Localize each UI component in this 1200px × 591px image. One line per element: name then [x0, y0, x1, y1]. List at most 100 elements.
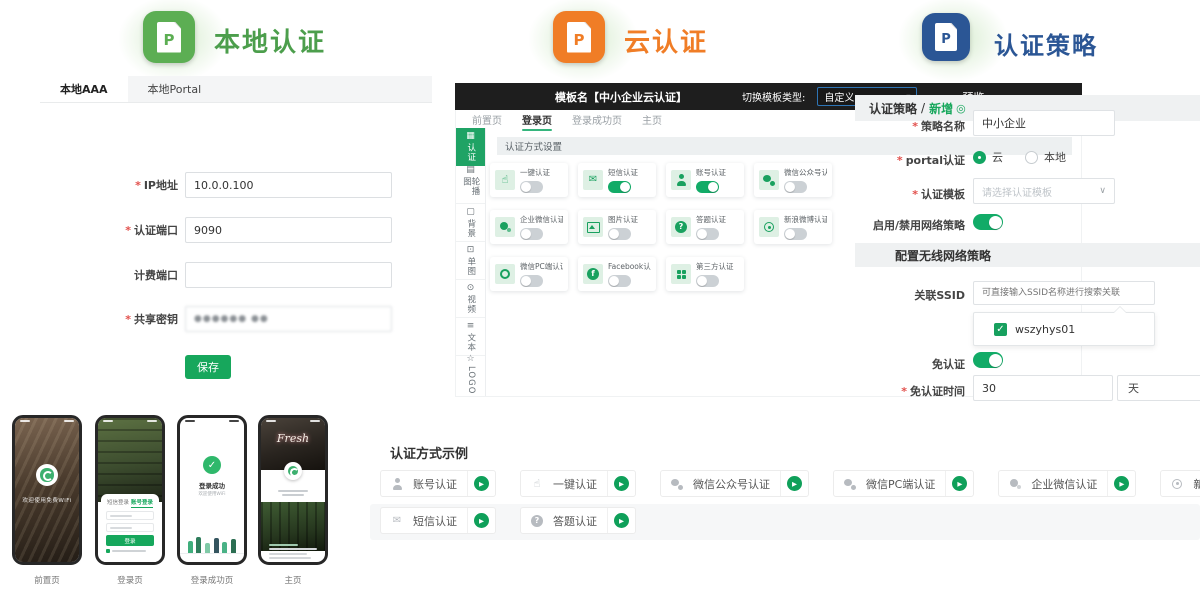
play-button[interactable]: ▶: [608, 471, 635, 496]
phone-statusbar: [98, 418, 162, 424]
policy-name-input[interactable]: [973, 110, 1115, 136]
sms-toggle[interactable]: [608, 181, 631, 193]
wireless-section-header: 配置无线网络策略: [855, 243, 1200, 267]
phone-caption: 登录页: [95, 574, 165, 586]
free-auth-time-unit: 天: [1117, 375, 1200, 401]
breadcrumb-root[interactable]: 认证策略: [869, 100, 917, 117]
one-click-toggle[interactable]: [520, 181, 543, 193]
sidebar-item-single-image[interactable]: ⊡单图: [456, 242, 485, 280]
form-row-auth-port: *认证端口: [0, 217, 432, 243]
enable-network-policy-toggle[interactable]: [973, 214, 1003, 230]
example-wecom-auth[interactable]: 企业微信认证▶: [998, 470, 1136, 497]
sidebar-item-background[interactable]: ▢背景: [456, 204, 485, 242]
play-button[interactable]: ▶: [468, 508, 495, 533]
free-auth-toggle[interactable]: [973, 352, 1003, 368]
editor-sidebar: ▦认证 ▤轮播图 ▢背景 ⊡单图 ⊙视频 ≡文本 ☆LOGO: [456, 128, 486, 396]
play-button[interactable]: ▶: [468, 471, 495, 496]
sidebar-item-auth[interactable]: ▦认证: [456, 128, 485, 166]
example-wechat-pc-auth[interactable]: 微信PC端认证▶: [833, 470, 974, 497]
ssid-option[interactable]: wszyhys01: [1015, 323, 1075, 336]
store-photo: [15, 418, 79, 562]
text-lines: [261, 490, 325, 496]
example-account-auth[interactable]: 账号认证▶: [380, 470, 496, 497]
phone-preview-login-page: 短信登录 账号登录 登录: [95, 415, 165, 565]
play-button[interactable]: ▶: [781, 471, 808, 496]
ssid-dropdown: ✓ wszyhys01: [973, 312, 1155, 346]
policy-name-label: *策略名称: [815, 118, 965, 134]
quiz-icon: [531, 515, 543, 527]
account-toggle[interactable]: [696, 181, 719, 193]
tab-home-page[interactable]: 主页: [642, 112, 662, 131]
success-title: 登录成功: [180, 480, 244, 490]
tab-login-page[interactable]: 登录页: [522, 112, 552, 131]
account-icon: [391, 478, 403, 490]
free-auth-time-input[interactable]: [973, 375, 1113, 401]
ip-address-input[interactable]: [185, 172, 392, 198]
ssid-search-input[interactable]: [973, 281, 1155, 305]
third-party-toggle[interactable]: [696, 275, 719, 287]
accounting-port-label: 计费端口: [18, 267, 178, 283]
wecom-toggle[interactable]: [520, 228, 543, 240]
carousel-icon: ▤: [466, 166, 475, 175]
example-label: 微信公众号认证: [693, 476, 770, 492]
play-button[interactable]: ▶: [608, 508, 635, 533]
wechat-pc-icon: [844, 478, 856, 490]
success-subtitle: 欢迎使用WiFi: [180, 491, 244, 497]
radio-local[interactable]: [1025, 151, 1038, 164]
play-button[interactable]: ▶: [946, 471, 973, 496]
quiz-icon: [675, 221, 687, 233]
accounting-port-input[interactable]: [185, 262, 392, 288]
weibo-toggle[interactable]: [784, 228, 807, 240]
radio-cloud[interactable]: [973, 151, 986, 164]
one-click-icon: [499, 174, 511, 186]
form-row-ip: *IP地址: [0, 172, 432, 198]
login-button: 登录: [106, 535, 154, 546]
sidebar-item-logo[interactable]: ☆LOGO: [456, 356, 485, 394]
auth-port-input[interactable]: [185, 217, 392, 243]
wecom-icon: [499, 221, 511, 233]
free-auth-label: 免认证: [815, 356, 965, 372]
phone-caption: 主页: [258, 574, 328, 586]
auth-card-wechat-pc: 微信PC端认证: [490, 257, 568, 291]
image-toggle[interactable]: [608, 228, 631, 240]
auth-card-image: 图片认证: [578, 210, 656, 244]
sidebar-item-video[interactable]: ⊙视频: [456, 280, 485, 318]
auth-card-facebook: Facebook认证: [578, 257, 656, 291]
sidebar-item-text[interactable]: ≡文本: [456, 318, 485, 356]
shared-key-input[interactable]: [185, 306, 392, 332]
wechat-official-icon: [763, 174, 775, 186]
wechat-official-toggle[interactable]: [784, 181, 807, 193]
auth-port-label: *认证端口: [18, 222, 178, 238]
auth-card-third-party: 第三方认证: [666, 257, 744, 291]
example-weibo-auth[interactable]: 新浪微博认证▶: [1160, 470, 1200, 497]
save-button[interactable]: 保存: [185, 355, 231, 379]
store-shelf-photo: [98, 418, 162, 502]
auth-card-label: 微信公众号认证: [784, 167, 827, 178]
radio-cloud-label: 云: [992, 149, 1003, 165]
auth-card-account: 账号认证: [666, 163, 744, 197]
tab-local-portal[interactable]: 本地Portal: [128, 76, 222, 102]
third-party-icon: [675, 268, 687, 280]
example-quiz-auth[interactable]: 答题认证▶: [520, 507, 636, 534]
tab-local-aaa[interactable]: 本地AAA: [40, 76, 128, 102]
play-button[interactable]: ▶: [1108, 471, 1135, 496]
tab-login-success-page[interactable]: 登录成功页: [572, 112, 622, 131]
document-icon: P: [567, 22, 591, 53]
example-wechat-official-auth[interactable]: 微信公众号认证 ▶: [660, 470, 809, 497]
examples-title: 认证方式示例: [390, 443, 468, 462]
auth-card-sms: 短信认证: [578, 163, 656, 197]
auth-card-label: 账号认证: [696, 167, 726, 178]
example-sms-auth[interactable]: 短信认证▶: [380, 507, 496, 534]
wechat-pc-toggle[interactable]: [520, 275, 543, 287]
sms-icon: [587, 174, 599, 186]
facebook-toggle[interactable]: [608, 275, 631, 287]
grid-icon: ▦: [466, 132, 475, 141]
sidebar-item-carousel[interactable]: ▤轮播图: [456, 166, 485, 204]
brand-logo: [36, 464, 58, 486]
checkbox-icon: [106, 549, 110, 553]
breadcrumb-current: 新增: [929, 100, 953, 117]
example-one-click-auth[interactable]: 一键认证▶: [520, 470, 636, 497]
quiz-toggle[interactable]: [696, 228, 719, 240]
ssid-checkbox[interactable]: ✓: [994, 323, 1007, 336]
auth-template-select[interactable]: 请选择认证模板∨: [973, 178, 1115, 204]
